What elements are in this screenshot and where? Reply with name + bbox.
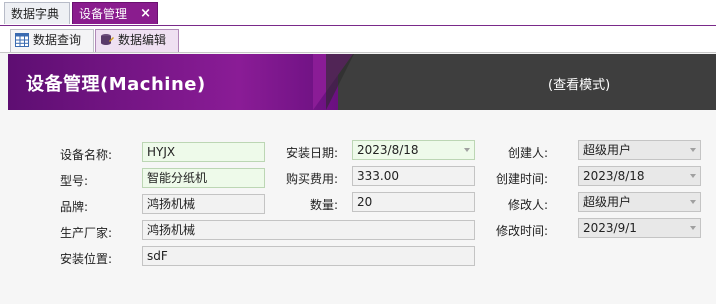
chevron-down-icon[interactable] (690, 200, 696, 204)
tab-label: 数据查询 (33, 33, 82, 47)
created-time-picker[interactable]: 2023/8/18 (578, 166, 701, 186)
grid-icon (15, 33, 29, 47)
install-date-label: 安装日期: (286, 146, 339, 160)
model-field[interactable]: 智能分纸机 (142, 168, 265, 188)
creator-label: 创建人: (508, 146, 549, 160)
header-slant-shadow (326, 54, 354, 110)
creator-value: 超级用户 (583, 143, 632, 157)
modifier-label: 修改人: (508, 198, 549, 212)
chevron-down-icon[interactable] (690, 174, 696, 178)
page-title: 设备管理(Machine) (26, 74, 206, 95)
manufacturer-label: 生产厂家: (60, 226, 113, 240)
quantity-field[interactable]: 20 (352, 192, 475, 212)
created-time-label: 创建时间: (496, 172, 549, 186)
database-icon (101, 34, 114, 45)
tab-label: 设备管理 (79, 7, 128, 21)
content-panel: 数据查询 数据编辑 设备管理(Machine) (查看模式) 设备名称: HYJ… (0, 26, 716, 304)
install-date-picker[interactable]: 2023/8/18 (352, 140, 475, 160)
brand-field[interactable]: 鸿扬机械 (142, 194, 265, 214)
cost-field[interactable]: 333.00 (352, 166, 475, 186)
brand-label: 品牌: (60, 200, 89, 214)
cost-label: 购买费用: (286, 172, 339, 186)
creator-select[interactable]: 超级用户 (578, 140, 701, 160)
view-mode-label: (查看模式) (548, 78, 611, 93)
quantity-label: 数量: (310, 198, 339, 212)
location-field[interactable]: sdF (142, 246, 475, 266)
model-label: 型号: (60, 174, 89, 188)
tab-data-query[interactable]: 数据查询 (10, 29, 94, 52)
chevron-down-icon[interactable] (690, 226, 696, 230)
top-tab-strip: 数据字典 设备管理 × (0, 0, 716, 26)
tab-data-dictionary[interactable]: 数据字典 (4, 2, 70, 24)
location-label: 安装位置: (60, 252, 113, 266)
chevron-down-icon[interactable] (464, 148, 470, 152)
tab-device-management[interactable]: 设备管理 × (72, 2, 158, 24)
tab-data-edit[interactable]: 数据编辑 (95, 29, 179, 52)
manufacturer-field[interactable]: 鸿扬机械 (142, 220, 475, 240)
name-label: 设备名称: (60, 148, 113, 162)
page-header: 设备管理(Machine) (查看模式) (8, 54, 716, 110)
close-icon[interactable]: × (140, 3, 151, 25)
install-date-value: 2023/8/18 (357, 143, 419, 157)
modified-time-picker[interactable]: 2023/9/1 (578, 218, 701, 238)
tab-label: 数据字典 (11, 7, 60, 21)
modified-time-value: 2023/9/1 (583, 221, 637, 235)
modifier-value: 超级用户 (583, 195, 632, 209)
tab-label: 数据编辑 (118, 33, 167, 47)
name-field[interactable]: HYJX (142, 142, 265, 162)
chevron-down-icon[interactable] (690, 148, 696, 152)
sub-tab-strip: 数据查询 数据编辑 (0, 26, 716, 53)
modifier-select[interactable]: 超级用户 (578, 192, 701, 212)
modified-time-label: 修改时间: (496, 224, 549, 238)
created-time-value: 2023/8/18 (583, 169, 645, 183)
